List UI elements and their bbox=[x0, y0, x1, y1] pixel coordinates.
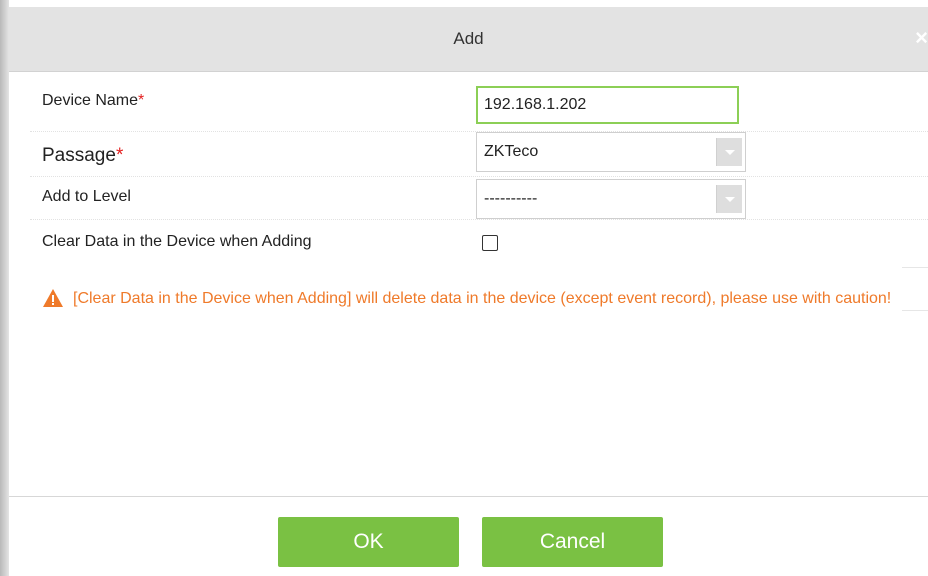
chevron-down-icon[interactable] bbox=[716, 138, 742, 166]
device-name-row: Device Name* bbox=[9, 82, 928, 132]
device-name-label: Device Name* bbox=[42, 92, 145, 109]
dialog-titlebar: Add × bbox=[9, 7, 928, 72]
add-to-level-row: Add to Level ---------- bbox=[9, 177, 928, 220]
add-device-dialog: Add × Device Name* Passage* ZKTeco Add t… bbox=[9, 7, 928, 576]
ok-button[interactable]: OK bbox=[278, 517, 459, 567]
row-divider bbox=[902, 267, 928, 268]
chevron-down-icon[interactable] bbox=[716, 185, 742, 213]
footer-divider bbox=[9, 496, 928, 497]
clear-data-checkbox[interactable] bbox=[482, 235, 498, 251]
passage-selected-value: ZKTeco bbox=[484, 143, 539, 160]
passage-row: Passage* ZKTeco bbox=[9, 132, 928, 177]
cancel-button[interactable]: Cancel bbox=[482, 517, 663, 567]
add-to-level-select[interactable]: ---------- bbox=[476, 179, 746, 219]
required-mark: * bbox=[115, 145, 124, 166]
close-icon[interactable]: × bbox=[910, 7, 928, 71]
required-mark: * bbox=[138, 92, 145, 109]
row-divider bbox=[902, 310, 928, 311]
passage-select[interactable]: ZKTeco bbox=[476, 132, 746, 172]
passage-label: Passage* bbox=[42, 145, 124, 166]
add-to-level-selected-value: ---------- bbox=[484, 190, 538, 207]
device-name-input[interactable] bbox=[476, 86, 739, 124]
background-window-edge bbox=[0, 0, 9, 576]
row-divider bbox=[30, 219, 928, 220]
add-to-level-label: Add to Level bbox=[42, 188, 131, 205]
warning-triangle-icon bbox=[43, 289, 63, 307]
dialog-title: Add bbox=[453, 29, 484, 48]
clear-data-label: Clear Data in the Device when Adding bbox=[42, 233, 312, 250]
clear-data-warning-text: [Clear Data in the Device when Adding] w… bbox=[73, 290, 892, 307]
